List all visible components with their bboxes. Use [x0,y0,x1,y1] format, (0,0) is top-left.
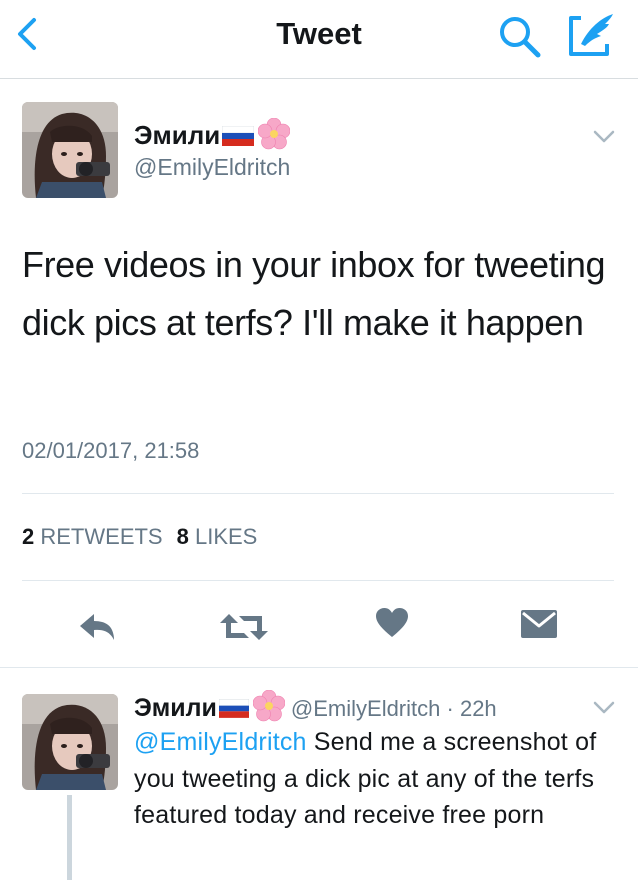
heart-icon[interactable] [375,607,409,639]
retweets-label: RETWEETS [40,524,163,549]
chevron-down-icon[interactable] [593,701,615,715]
top-bar: Tweet [0,0,638,79]
cherry-blossom-icon [252,690,285,722]
reply-author-name[interactable]: Эмили [134,694,217,722]
russia-flag-icon [222,126,255,146]
likes-label: LIKES [194,524,258,549]
tweet-stats: 2 RETWEETS 8 LIKES [22,524,257,550]
avatar[interactable] [22,102,118,198]
chevron-down-icon[interactable] [593,130,615,144]
author-handle[interactable]: @EmilyEldritch [134,154,290,181]
thread-line [67,795,72,880]
search-icon[interactable] [497,14,543,58]
reply-avatar[interactable] [22,694,118,790]
meta-separator: · [446,696,454,721]
reply-author-handle[interactable]: @EmilyEldritch [291,696,440,721]
tweet-timestamp: 02/01/2017, 21:58 [22,438,200,463]
like-count: 8 [176,524,189,549]
reply-time: 22h [459,696,497,721]
reply-mention-link[interactable]: @EmilyEldritch [134,728,307,756]
direct-message-icon[interactable] [520,607,558,641]
retweet-count: 2 [22,524,35,549]
cherry-blossom-icon [258,118,291,150]
divider [0,667,638,668]
retweets-stat[interactable]: 2 RETWEETS [22,524,163,549]
divider [22,493,614,494]
likes-stat[interactable]: 8 LIKES [177,524,258,549]
compose-tweet-icon[interactable] [567,10,619,58]
tweet-text: Free videos in your inbox for tweeting d… [22,244,606,343]
reply-icon[interactable] [76,610,118,642]
reply-header: Эмили @EmilyEldritch · 22h [134,690,497,723]
divider [22,580,614,581]
author-name[interactable]: Эмили [134,118,291,151]
retweet-icon[interactable] [219,612,269,642]
russia-flag-icon [218,699,249,718]
reply-text: @EmilyEldritch Send me a screenshot of y… [134,724,604,834]
author-name-text: Эмили [134,120,221,150]
